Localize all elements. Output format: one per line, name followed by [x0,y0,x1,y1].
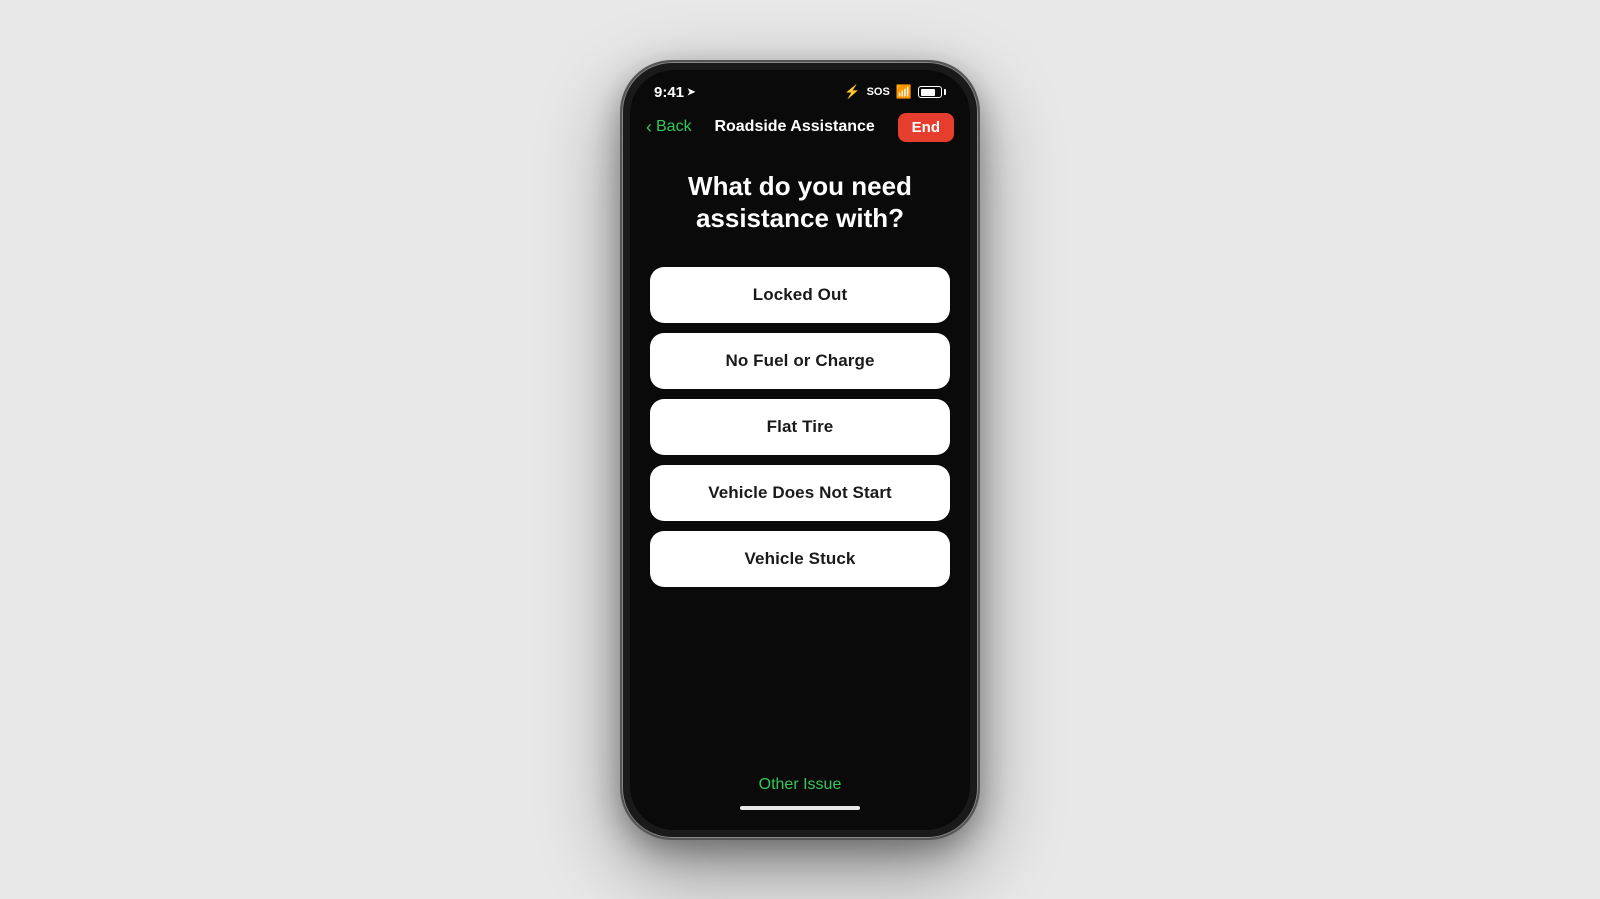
option-no-fuel[interactable]: No Fuel or Charge [650,333,950,389]
status-icons: ⚡ SOS 📶 [844,84,946,100]
battery-icon [918,86,946,98]
option-vehicle-not-start[interactable]: Vehicle Does Not Start [650,465,950,521]
back-chevron-icon: ‹ [646,118,652,136]
battery-fill [921,89,935,96]
question-heading: What do you need assistance with? [650,170,950,235]
main-content: What do you need assistance with? Locked… [630,154,970,760]
nav-title: Roadside Assistance [714,118,874,136]
other-issue-button[interactable]: Other Issue [759,776,842,794]
antenna-icon: 📶 [896,84,912,100]
status-time: 9:41 ➤ [654,84,695,101]
option-flat-tire[interactable]: Flat Tire [650,399,950,455]
time-label: 9:41 [654,84,684,101]
phone-wrapper: 9:41 ➤ ⚡ SOS 📶 [620,60,980,840]
sos-label: SOS [867,86,890,98]
home-indicator [740,806,860,810]
location-arrow-icon: ➤ [687,87,695,98]
back-button[interactable]: ‹ Back [646,118,692,136]
end-button[interactable]: End [898,113,954,142]
battery-tip [944,89,946,95]
phone-frame: 9:41 ➤ ⚡ SOS 📶 [620,60,980,840]
option-vehicle-stuck[interactable]: Vehicle Stuck [650,531,950,587]
battery-body [918,86,942,98]
bluetooth-icon: ⚡ [844,84,860,100]
status-bar: 9:41 ➤ ⚡ SOS 📶 [630,70,970,109]
phone-screen: 9:41 ➤ ⚡ SOS 📶 [630,70,970,830]
bottom-area: Other Issue [630,760,970,830]
back-label: Back [656,118,692,136]
options-list: Locked Out No Fuel or Charge Flat Tire V… [650,267,950,587]
nav-bar: ‹ Back Roadside Assistance End [630,109,970,154]
option-locked-out[interactable]: Locked Out [650,267,950,323]
